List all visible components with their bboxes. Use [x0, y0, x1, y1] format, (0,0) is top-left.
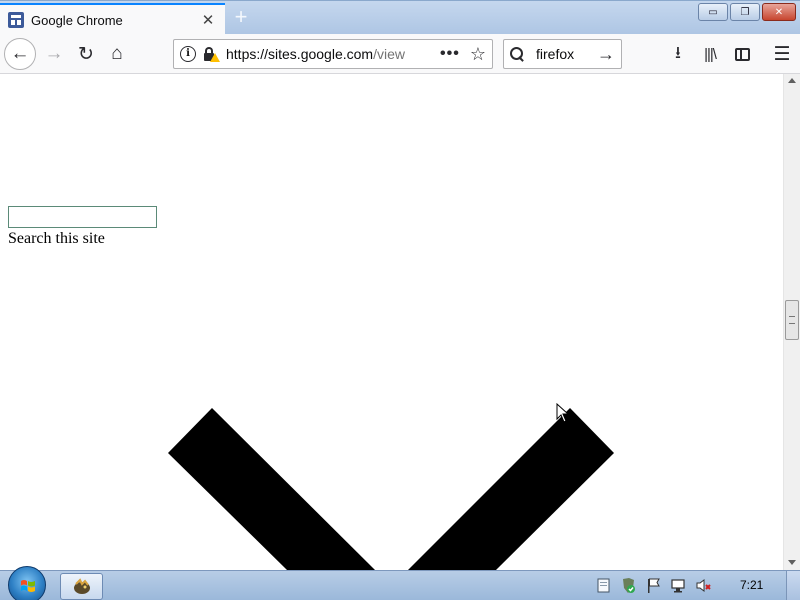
url-text[interactable]: https://sites.google.com/view [226, 46, 440, 62]
library-button[interactable]: |||\ [694, 38, 726, 70]
search-input[interactable]: firefox [536, 46, 597, 62]
page-content: Search this site [0, 74, 783, 570]
show-desktop-button[interactable] [786, 571, 800, 600]
chevron-left-stroke [168, 408, 375, 570]
sidebar-button[interactable] [726, 38, 758, 70]
minimize-button[interactable]: ▭ [698, 3, 728, 21]
scroll-down-icon[interactable] [788, 560, 796, 565]
url-bar[interactable]: i https://sites.google.com/view ••• ☆ [173, 39, 493, 69]
vertical-scrollbar[interactable] [783, 74, 800, 570]
navigation-toolbar: ← → ↻ ⌂ i https://sites.google.com/view … [0, 34, 800, 74]
restore-icon: ❐ [740, 6, 750, 18]
downloads-button[interactable]: ⭳ [662, 38, 694, 70]
flag-icon[interactable] [645, 577, 662, 594]
app-icon [73, 577, 90, 594]
url-path: /view [373, 46, 405, 62]
active-tab[interactable]: Google Chrome ✕ [0, 3, 225, 35]
new-tab-button[interactable]: + [229, 6, 253, 29]
tab-title: Google Chrome [31, 12, 123, 28]
home-icon: ⌂ [111, 43, 123, 64]
search-go-icon[interactable]: → [597, 44, 615, 65]
forward-arrow-icon: → [44, 43, 64, 64]
close-icon: ✕ [774, 6, 784, 18]
chevron-right-stroke [408, 408, 614, 570]
taskbar-clock[interactable]: 7:21 [740, 578, 763, 592]
scroll-up-icon[interactable] [788, 78, 796, 83]
tab-close-icon[interactable]: ✕ [199, 11, 217, 29]
home-button[interactable]: ⌂ [101, 38, 133, 70]
site-favicon-icon [8, 12, 24, 28]
scroll-thumb[interactable] [785, 300, 799, 340]
insecure-lock-icon[interactable] [202, 46, 220, 62]
search-icon [510, 47, 524, 61]
back-arrow-icon: ← [10, 43, 30, 64]
network-icon[interactable] [670, 577, 687, 594]
volume-muted-icon[interactable] [695, 577, 712, 594]
tab-strip: Google Chrome ✕ + ▭ ❐ ✕ [0, 0, 800, 35]
restore-button[interactable]: ❐ [730, 3, 760, 21]
window-controls: ▭ ❐ ✕ [698, 3, 796, 21]
security-shield-icon[interactable] [620, 577, 637, 594]
back-button[interactable]: ← [4, 38, 36, 70]
system-tray [595, 577, 712, 594]
page-actions-icon[interactable]: ••• [440, 45, 460, 63]
action-center-icon[interactable] [595, 577, 612, 594]
menu-button[interactable]: ☰ [766, 38, 798, 70]
mouse-cursor-icon [556, 403, 570, 423]
site-info-icon[interactable]: i [180, 46, 196, 62]
forward-button[interactable]: → [38, 38, 70, 70]
bookmark-star-icon[interactable]: ☆ [470, 44, 486, 65]
hamburger-menu-icon: ☰ [773, 43, 791, 65]
library-icon: |||\ [704, 45, 717, 63]
windows-taskbar: 7:21 [0, 566, 800, 600]
reload-icon: ↻ [78, 43, 94, 65]
search-bar[interactable]: firefox → [503, 39, 622, 69]
reload-button[interactable]: ↻ [70, 38, 102, 70]
start-button[interactable] [8, 566, 46, 600]
sidebar-icon [734, 47, 750, 61]
download-icon: ⭳ [675, 42, 681, 62]
windows-logo-icon [21, 580, 35, 592]
url-domain: https://sites.google.com [226, 46, 374, 62]
close-window-button[interactable]: ✕ [762, 3, 796, 21]
taskbar-app-firefox[interactable] [60, 573, 103, 600]
chevron-down-graphic[interactable] [0, 74, 783, 570]
minimize-icon: ▭ [708, 6, 718, 18]
